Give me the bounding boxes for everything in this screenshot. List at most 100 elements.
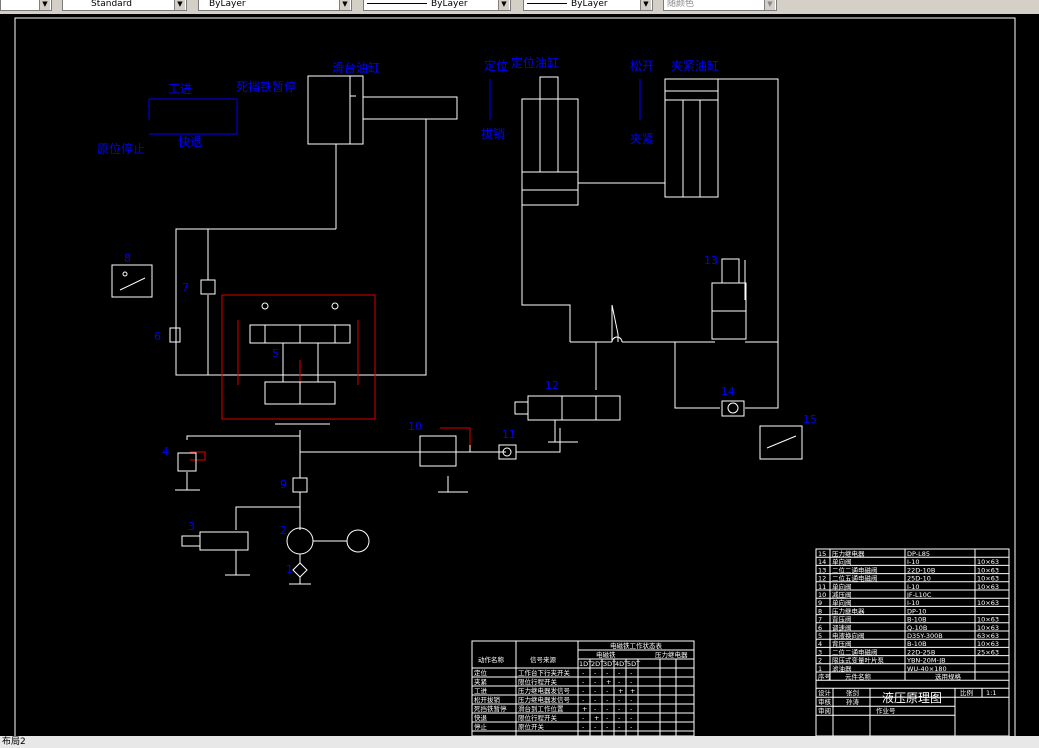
component-number: 11 [502,428,516,441]
svg-text:+: + [630,687,635,695]
svg-text:设计: 设计 [818,688,832,697]
svg-text:信号来源: 信号来源 [530,655,557,664]
svg-text:审阅: 审阅 [818,706,831,715]
cycle-diagram [148,79,641,135]
svg-text:-: - [618,714,621,722]
chevron-down-icon: ▼ [640,0,651,10]
properties-toolbar: ▼ Standard ▼ ByLayer ▼ ByLayer ▼ ByLayer ▼ 随… [0,0,1039,15]
label-work-feed: 工进 [168,82,192,96]
chevron-down-icon: ▼ [39,0,50,10]
svg-text:-: - [594,696,597,704]
svg-text:液压原理图: 液压原理图 [882,690,942,705]
parts-cell: B-10B [907,616,927,624]
color-combo[interactable]: 随颜色 ▼ [663,0,777,11]
svg-text:-: - [582,723,585,731]
svg-text:-: - [582,678,585,686]
svg-text:压力继电器发信号: 压力继电器发信号 [518,695,571,704]
textstyle-combo[interactable]: Standard ▼ [62,0,187,11]
parts-cell: 限压式变量叶片泵 [832,656,885,665]
svg-text:快退: 快退 [474,713,488,722]
pressure-switch-15 [759,425,803,460]
component-number: 10 [408,420,422,433]
parts-cell: 减压阀 [832,590,852,599]
linetype-value: ByLayer [431,0,468,9]
svg-text:-: - [594,723,597,731]
parts-cell: I-10 [907,558,920,566]
svg-text:压力继电器发信号: 压力继电器发信号 [518,686,571,695]
svg-text:作业号: 作业号 [876,706,896,715]
svg-text:动作名称: 动作名称 [478,655,505,664]
svg-text:原位开关: 原位开关 [518,722,545,731]
parts-cell: 单向阀 [832,557,852,566]
svg-text:定位: 定位 [474,668,488,677]
svg-text:+: + [606,678,611,686]
svg-text:工作台下行夹开关: 工作台下行夹开关 [518,668,571,677]
parts-cell: B-10B [907,640,927,648]
color-value: 随颜色 [667,0,695,9]
svg-text:电磁铁: 电磁铁 [596,650,616,659]
parts-cell: 二位五通电磁阀 [832,574,878,583]
parts-cell: 5 [818,632,822,640]
parts-cell: 二位二通电磁阀 [832,647,878,656]
parts-cell: I-10 [907,583,920,591]
svg-text:-: - [606,687,609,695]
parts-cell: WU-40×180 [907,665,947,673]
component-number: 5 [272,347,279,360]
parts-cell: 电液换向阀 [832,631,865,640]
label-locate-cylinder: 定位油缸 [511,55,559,70]
parts-cell: 10 [818,591,826,599]
parts-cell: 22D-25B [907,648,935,656]
svg-text:-: - [594,678,597,686]
parts-cell: 9 [818,599,822,607]
lineweight-combo[interactable]: ByLayer ▼ [523,0,653,11]
svg-text:-: - [606,714,609,722]
parts-cell: 7 [818,616,822,624]
svg-text:-: - [618,723,621,731]
svg-text:1:1: 1:1 [986,689,996,697]
parts-cell: DP-10 [907,607,926,615]
svg-text:-: - [630,678,633,686]
label-table-cylinder: 滑台油缸 [332,60,380,75]
chevron-down-icon: ▼ [174,0,185,10]
parts-header: 序号 [818,672,832,681]
svg-text:-: - [630,705,633,713]
parts-cell: 背压阀 [832,615,852,624]
parts-cell: 15 [818,550,826,558]
linetype-combo[interactable]: ByLayer ▼ [363,0,511,11]
parts-cell: 10×63 [977,566,999,574]
label-clamp: 夹紧 [630,132,654,146]
parts-cell: 10×63 [977,575,999,583]
layer-bylayer-combo[interactable]: ByLayer ▼ [198,0,352,11]
parts-cell: D35Y-300B [907,632,943,640]
pressure-switch-8 [111,264,153,298]
svg-text:限位行程开关: 限位行程开关 [518,713,558,722]
parts-cell: 12 [818,575,826,583]
drawing-canvas[interactable]: 滑台油缸 定位油缸 夹紧油缸 定位 拔销 松开 夹紧 工进 死挡铁暂停 原位停止… [0,14,1039,736]
layer-combo[interactable]: ▼ [0,0,52,11]
parts-cell: 压力继电器 [832,606,865,615]
parts-cell: YBN-20M-JB [906,657,946,665]
svg-text:+: + [618,687,623,695]
parts-cell: 3 [818,648,822,656]
component-number: 3 [188,520,195,533]
table-cylinder [307,75,458,229]
parts-cell: Q-10B [907,624,927,632]
svg-text:死挡铁暂停: 死挡铁暂停 [474,704,507,713]
textstyle-value: Standard [91,0,132,9]
parts-cell: 10×63 [977,558,999,566]
component-number: 4 [162,445,169,458]
svg-text:工进: 工进 [474,687,488,695]
component-number: 6 [154,330,161,343]
svg-text:-: - [618,696,621,704]
svg-text:-: - [630,696,633,704]
tab-layout2[interactable]: 布局2 [2,737,26,747]
component-number: 7 [182,281,189,294]
svg-text:-: - [582,696,585,704]
parts-header: 选用规格 [935,672,962,681]
label-fast-return: 快退 [178,135,202,149]
parts-cell: 63×63 [977,632,999,640]
parts-cell: 10×63 [977,599,999,607]
component-number: 9 [280,478,287,491]
svg-text:-: - [630,714,633,722]
parts-cell: 单向阀 [832,598,852,607]
